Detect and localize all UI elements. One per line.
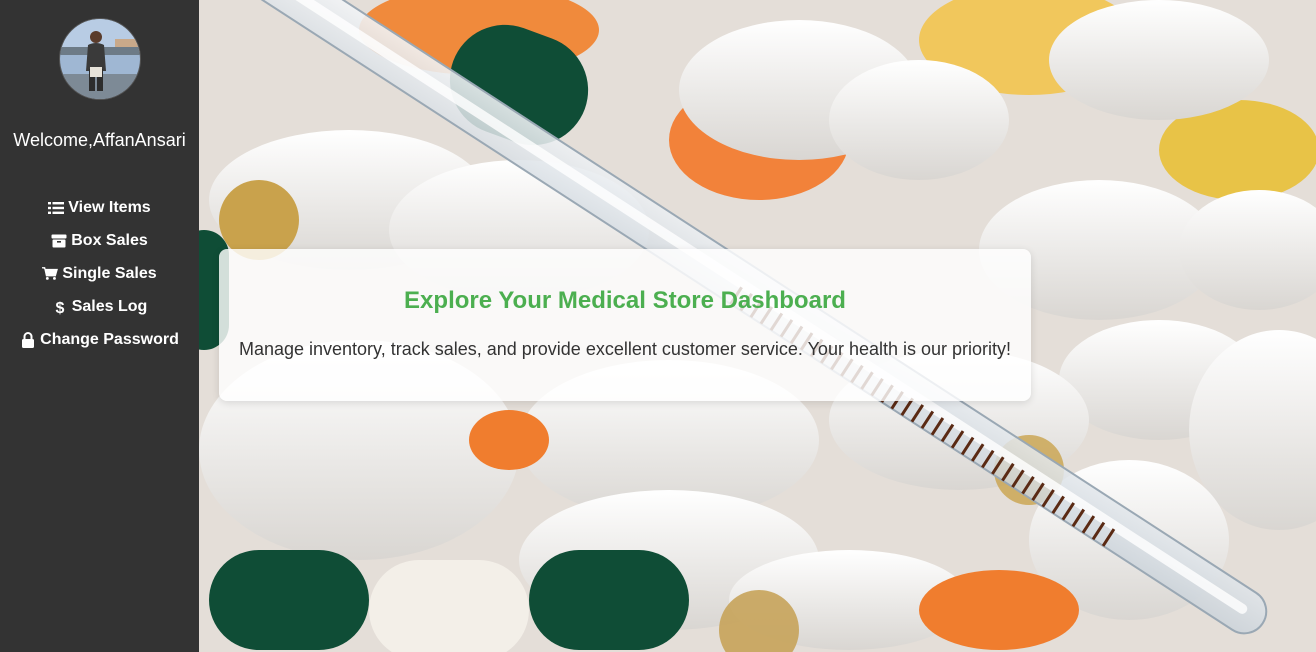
- cart-icon: [42, 266, 59, 282]
- box-icon: [51, 233, 67, 249]
- sidebar-item-label: View Items: [68, 198, 151, 216]
- list-icon: [48, 200, 65, 216]
- welcome-hero-card: Explore Your Medical Store Dashboard Man…: [219, 249, 1031, 401]
- sidebar-nav: View Items Box Sales Single Sales $ Sale…: [20, 191, 179, 356]
- avatar: [58, 18, 141, 100]
- sidebar-item-sales-log[interactable]: $ Sales Log: [52, 290, 148, 323]
- sidebar-item-change-password[interactable]: Change Password: [20, 323, 179, 356]
- sidebar-item-label: Change Password: [40, 330, 179, 348]
- sidebar-item-view-items[interactable]: View Items: [48, 191, 151, 224]
- lock-icon: [20, 331, 36, 348]
- welcome-message: Welcome,AffanAnsari: [13, 130, 186, 150]
- avatar-photo: [59, 19, 140, 99]
- sidebar-item-single-sales[interactable]: Single Sales: [42, 257, 157, 290]
- svg-text:$: $: [55, 300, 64, 315]
- sidebar: Welcome,AffanAnsari View Items Box Sales…: [0, 0, 199, 652]
- app-root: Welcome,AffanAnsari View Items Box Sales…: [0, 0, 1316, 652]
- sidebar-item-label: Single Sales: [62, 264, 157, 282]
- dollar-icon: $: [52, 299, 68, 315]
- hero-description: Manage inventory, track sales, and provi…: [238, 339, 1012, 359]
- hero-title: Explore Your Medical Store Dashboard: [404, 287, 846, 314]
- sidebar-item-box-sales[interactable]: Box Sales: [51, 224, 148, 257]
- sidebar-item-label: Sales Log: [71, 297, 148, 315]
- main-content: Explore Your Medical Store Dashboard Man…: [199, 0, 1316, 652]
- sidebar-item-label: Box Sales: [71, 231, 148, 249]
